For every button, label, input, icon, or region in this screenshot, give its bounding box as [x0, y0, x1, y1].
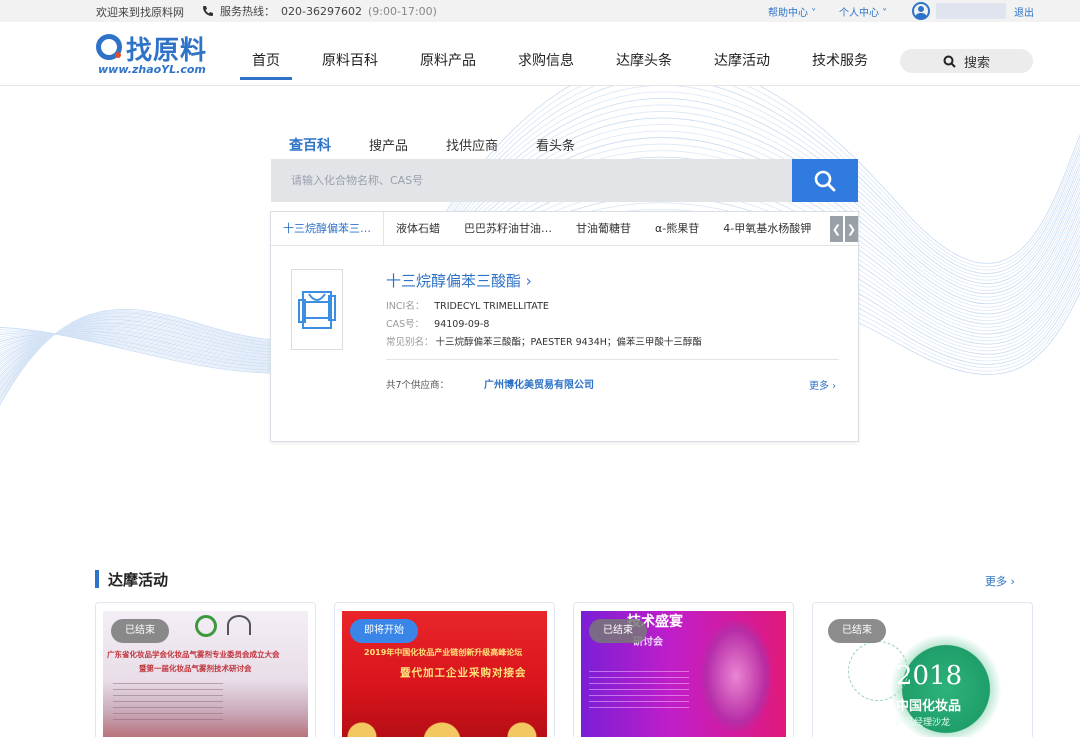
cloud-decoration: [342, 707, 547, 737]
cas-label: CAS号：: [386, 319, 425, 330]
inci-row: INCI名： TRIDECYL TRIMELLITATE: [386, 298, 549, 312]
encyclopedia-result-card: 十三烷醇偏苯三… 液体石蜡 巴巴苏籽油甘油… 甘油葡糖苷 α-熊果苷 4-甲氧基…: [270, 211, 859, 442]
face-illustration: [701, 621, 771, 731]
event-status-badge: 已结束: [589, 619, 647, 643]
chip-scroll-controls: ❮ ❯: [830, 216, 858, 242]
chevron-right-icon[interactable]: ❯: [845, 216, 858, 242]
help-center-link[interactable]: 帮助中心 ˅: [768, 4, 816, 19]
logo-text: 找原料: [126, 36, 208, 66]
event-status-badge: 已结束: [828, 619, 886, 643]
tab-products[interactable]: 搜产品: [369, 135, 408, 155]
chip-item[interactable]: 甘油葡糖苷: [564, 212, 643, 245]
supplier-link[interactable]: 广州博化美贸易有限公司: [484, 376, 594, 391]
alias-value: 十三烷醇偏苯三酸酯；PAESTER 9434H；偏苯三甲酸十三醇酯: [435, 337, 702, 348]
poster-line: 暨代加工企业采购对接会: [400, 667, 527, 679]
event-card[interactable]: 2018 中国化妆品 产品经理沙龙 已结束: [812, 602, 1033, 737]
nav-news[interactable]: 达摩头条: [604, 22, 684, 86]
event-card[interactable]: 广东省化妆品学会化妆品气雾剂专业委员会成立大会 暨第一届化妆品气雾剂技术研讨会 …: [95, 602, 316, 737]
tab-headlines[interactable]: 看头条: [536, 135, 575, 155]
poster-line: 中国化妆品: [896, 699, 962, 714]
poster-line: 广东省化妆品学会化妆品气雾剂专业委员会成立大会: [107, 650, 280, 659]
search-icon: [943, 55, 956, 68]
search-submit-button[interactable]: [792, 159, 858, 202]
product-structure-image: [291, 269, 343, 350]
alias-label: 常见别名：: [386, 337, 434, 348]
main-header: 找原料 www.zhaoYL.com 首页 原料百科 原料产品 求购信息 达摩头…: [0, 22, 1080, 86]
nav-tech-service[interactable]: 技术服务: [800, 22, 880, 86]
chip-item[interactable]: 液体石蜡: [384, 212, 452, 245]
tab-suppliers[interactable]: 找供应商: [446, 135, 498, 155]
nav-home[interactable]: 首页: [240, 22, 292, 86]
search-icon: [814, 170, 836, 191]
personal-center-link[interactable]: 个人中心 ˅: [839, 4, 887, 19]
nav-purchase[interactable]: 求购信息: [506, 22, 586, 86]
logout-link[interactable]: 退出: [1014, 4, 1034, 19]
user-avatar-icon[interactable]: [912, 2, 930, 20]
username-redacted: [936, 3, 1006, 19]
chip-item[interactable]: 十三烷醇偏苯三…: [271, 212, 384, 245]
poster-line: 2018: [896, 661, 963, 691]
hotline: 服务热线： 020-36297602 (9:00-17:00): [202, 3, 437, 19]
welcome-text: 欢迎来到找原料网: [96, 6, 184, 19]
title-accent-bar: [95, 570, 99, 588]
nav-events[interactable]: 达摩活动: [702, 22, 782, 86]
product-title-link[interactable]: 十三烷醇偏苯三酸酯 ›: [386, 270, 532, 291]
event-status-badge: 即将开始: [350, 619, 418, 643]
card-more-link[interactable]: 更多 ›: [809, 377, 836, 392]
logo-search-icon: [96, 34, 122, 60]
header-search-button[interactable]: 搜索: [900, 49, 1033, 73]
nav-encyclopedia[interactable]: 原料百科: [310, 22, 390, 86]
poster-line: 暨第一届化妆品气雾剂技术研讨会: [139, 664, 252, 673]
hotline-number: 020-36297602: [281, 4, 362, 18]
main-search-box: [271, 159, 858, 202]
cas-value: 94109-09-8: [434, 319, 490, 330]
inci-value: TRIDECYL TRIMELLITATE: [434, 301, 549, 312]
phone-icon: [203, 6, 213, 16]
cas-row: CAS号： 94109-09-8: [386, 316, 489, 330]
event-card[interactable]: 2019年中国化妆品产业链创新升级高峰论坛 暨代加工企业采购对接会 即将开始: [334, 602, 555, 737]
events-more-link[interactable]: 更多 ›: [985, 573, 1015, 589]
poster-line: 2019年中国化妆品产业链创新升级高峰论坛: [364, 648, 523, 657]
card-divider: [386, 359, 839, 360]
tab-encyclopedia[interactable]: 查百科: [289, 135, 331, 155]
supplier-count: 共7个供应商：: [386, 380, 450, 391]
top-bar: 欢迎来到找原料网 服务热线： 020-36297602 (9:00-17:00)…: [0, 0, 1080, 22]
inci-label: INCI名：: [386, 301, 425, 312]
nav-products[interactable]: 原料产品: [408, 22, 488, 86]
poster-body-text-decoration: [589, 671, 689, 711]
chip-item[interactable]: 4-甲氧基水杨酸钾: [711, 212, 823, 245]
events-section-title: 达摩活动: [95, 569, 168, 589]
event-card[interactable]: 技术盛宴 研讨会 已结束: [573, 602, 794, 737]
event-status-badge: 已结束: [111, 619, 169, 643]
ingredient-chip-bar: 十三烷醇偏苯三… 液体石蜡 巴巴苏籽油甘油… 甘油葡糖苷 α-熊果苷 4-甲氧基…: [271, 212, 858, 246]
search-input[interactable]: [271, 159, 792, 202]
poster-body-text-decoration: [113, 683, 223, 723]
chip-item[interactable]: α-熊果苷: [643, 212, 711, 245]
search-tabs: 查百科 搜产品 找供应商 看头条: [289, 135, 613, 155]
logo-url: www.zhaoYL.com: [98, 63, 206, 76]
chevron-left-icon[interactable]: ❮: [830, 216, 843, 242]
molecule-icon: [298, 290, 336, 329]
alias-row: 常见别名： 十三烷醇偏苯三酸酯；PAESTER 9434H；偏苯三甲酸十三醇酯: [386, 334, 702, 348]
hotline-label: 服务热线：: [220, 5, 275, 18]
poster-line: 产品经理沙龙: [896, 718, 951, 728]
header-search-label: 搜索: [963, 55, 990, 71]
wave-logo-icon: [227, 615, 251, 635]
main-nav: 首页 原料百科 原料产品 求购信息 达摩头条 达摩活动 技术服务 关于我们: [240, 22, 996, 86]
society-logo-icon: [195, 615, 217, 637]
service-hours: (9:00-17:00): [367, 4, 437, 18]
chip-item[interactable]: 巴巴苏籽油甘油…: [452, 212, 564, 245]
events-heading: 达摩活动: [108, 570, 169, 589]
